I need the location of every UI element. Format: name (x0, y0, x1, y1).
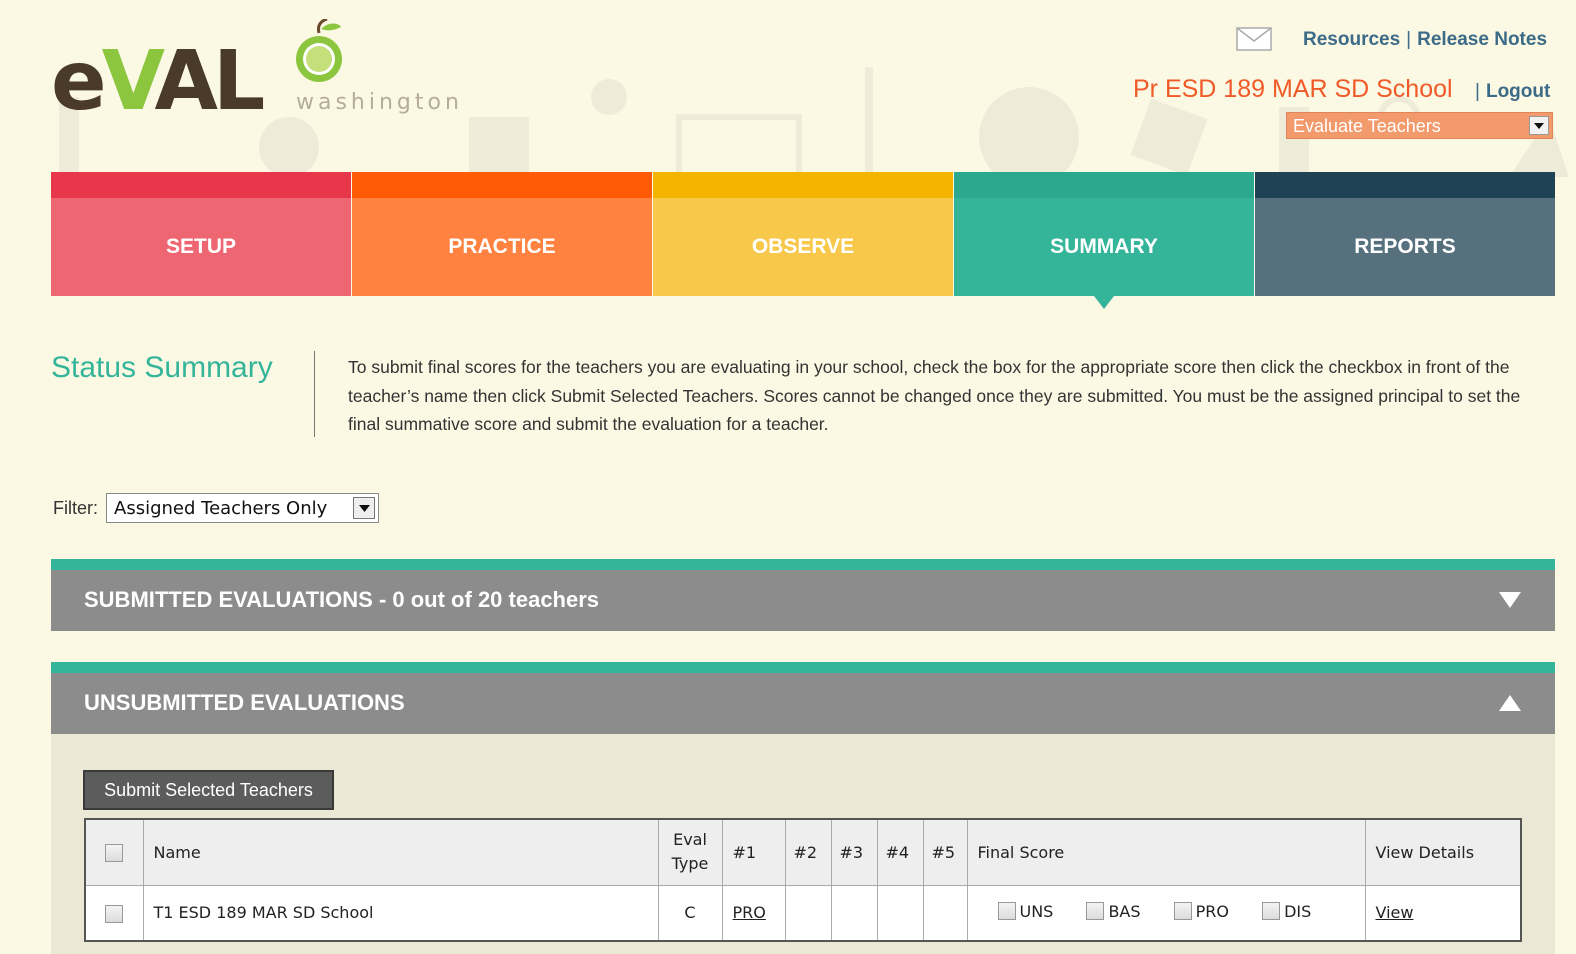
col-5[interactable]: #5 (922, 818, 968, 886)
col-3[interactable]: #3 (830, 818, 878, 886)
resources-link[interactable]: Resources (1303, 29, 1400, 50)
col-eval-type-line1: Eval (673, 830, 707, 850)
logo-wordmark: eVAL (51, 34, 265, 129)
row-checkbox[interactable] (105, 904, 124, 923)
final-score-uns-label: UNS (1019, 901, 1054, 921)
final-score-bas[interactable]: BAS (1086, 901, 1141, 921)
final-score-pro-label: PRO (1195, 901, 1229, 921)
col-eval-type-line2: Type (671, 854, 709, 874)
collapse-arrow-icon[interactable] (1499, 695, 1521, 711)
chevron-down-icon[interactable] (1529, 116, 1549, 135)
table-header-row: Name Eval Type #1 #2 #3 #4 #5 Final Score… (84, 818, 1522, 886)
col-name[interactable]: Name (142, 818, 659, 886)
col-4[interactable]: #4 (876, 818, 924, 886)
status-instructions: To submit final scores for the teachers … (348, 357, 1521, 434)
final-score-uns[interactable]: UNS (997, 901, 1054, 921)
view-details-cell: View (1364, 884, 1522, 942)
score-3-cell (830, 884, 878, 942)
tab-label: PRACTICE (448, 235, 556, 258)
top-links: Resources | Release Notes (1303, 29, 1547, 51)
divider (314, 351, 315, 437)
tab-reports[interactable]: REPORTS (1255, 172, 1555, 296)
tab-practice[interactable]: PRACTICE (352, 172, 652, 296)
col-eval-type[interactable]: Eval Type (657, 818, 723, 886)
tab-observe[interactable]: OBSERVE (653, 172, 953, 296)
panel-stripe (51, 559, 1555, 570)
final-score-uns-checkbox[interactable] (997, 902, 1016, 920)
tab-label: SUMMARY (1050, 235, 1158, 258)
evaluations-table: Name Eval Type #1 #2 #3 #4 #5 Final Score… (84, 818, 1522, 942)
submitted-evaluations-panel: SUBMITTED EVALUATIONS - 0 out of 20 teac… (51, 559, 1555, 631)
eval-type: C (657, 884, 723, 942)
score-4-cell (876, 884, 924, 942)
unsubmitted-evaluations-body: Submit Selected Teachers Name Eval Type #… (51, 734, 1555, 954)
role-select-value: Evaluate Teachers (1293, 116, 1441, 136)
filter-label: Filter: (53, 497, 98, 518)
tab-label: OBSERVE (751, 235, 855, 258)
panel-stripe (51, 662, 1555, 673)
chevron-down-icon[interactable] (353, 497, 375, 519)
tab-label: REPORTS (1354, 235, 1456, 258)
role-select[interactable]: Evaluate Teachers (1286, 112, 1553, 139)
mail-icon[interactable] (1236, 27, 1272, 51)
score-1-cell: PRO (721, 884, 786, 942)
unsubmitted-evaluations-header[interactable]: UNSUBMITTED EVALUATIONS (51, 673, 1555, 734)
logo-subtitle: washington (296, 90, 463, 115)
score-2-cell (784, 884, 832, 942)
final-score-pro-checkbox[interactable] (1173, 902, 1192, 920)
expand-arrow-icon[interactable] (1499, 592, 1521, 608)
final-score-bas-checkbox[interactable] (1086, 902, 1105, 920)
final-score-dis[interactable]: DIS (1262, 902, 1311, 921)
row-select-cell (84, 884, 144, 942)
logout-separator: | (1475, 81, 1480, 102)
school-name: Pr ESD 189 MAR SD School (1133, 75, 1453, 103)
view-link[interactable]: View (1376, 903, 1414, 922)
page: eVAL washington Resources | Release Notes … (9, 7, 1576, 954)
final-score-dis-label: DIS (1284, 901, 1312, 921)
panel-title: SUBMITTED EVALUATIONS - 0 out of 20 teac… (84, 587, 600, 612)
release-notes-link[interactable]: Release Notes (1417, 29, 1547, 50)
col-2[interactable]: #2 (784, 818, 832, 886)
col-view-details[interactable]: View Details (1364, 818, 1522, 886)
logout-group: | Logout (1475, 81, 1550, 102)
col-1[interactable]: #1 (721, 818, 786, 886)
teacher-name: T1 ESD 189 MAR SD School (142, 884, 659, 942)
final-score-bas-label: BAS (1108, 901, 1141, 921)
select-all-checkbox[interactable] (105, 844, 124, 862)
select-all-cell (84, 818, 144, 886)
final-score-cell: UNS BAS PRO DIS (966, 884, 1366, 942)
table-row: T1 ESD 189 MAR SD School C PRO UNS BAS P… (84, 884, 1522, 942)
filter-select[interactable]: Assigned Teachers Only (106, 493, 379, 523)
tab-summary[interactable]: SUMMARY (954, 172, 1254, 309)
submit-selected-teachers-button[interactable]: Submit Selected Teachers (83, 770, 334, 810)
filter: Filter: Assigned Teachers Only (53, 493, 379, 523)
score-5-cell (922, 884, 968, 942)
school-line: Pr ESD 189 MAR SD School | Logout (1133, 75, 1550, 104)
panel-title: UNSUBMITTED EVALUATIONS (84, 690, 405, 715)
final-score-pro[interactable]: PRO (1173, 901, 1229, 921)
final-score-dis-checkbox[interactable] (1262, 902, 1281, 920)
score-1-link[interactable]: PRO (733, 903, 766, 922)
tab-label: SETUP (165, 235, 236, 258)
submitted-evaluations-header[interactable]: SUBMITTED EVALUATIONS - 0 out of 20 teac… (51, 570, 1555, 631)
tab-setup[interactable]: SETUP (51, 172, 351, 296)
link-separator: | (1406, 29, 1412, 50)
apple-icon (296, 19, 342, 82)
col-final-score[interactable]: Final Score (966, 818, 1366, 886)
logout-link[interactable]: Logout (1486, 81, 1550, 102)
filter-select-value: Assigned Teachers Only (114, 498, 328, 519)
page-title: Status Summary (51, 351, 273, 384)
header: eVAL washington Resources | Release Notes … (9, 7, 1576, 177)
unsubmitted-evaluations-panel: UNSUBMITTED EVALUATIONS (51, 662, 1555, 734)
main-tabs: SETUP PRACTICE OBSERVE SUMMARY REPORTS (51, 172, 1555, 309)
